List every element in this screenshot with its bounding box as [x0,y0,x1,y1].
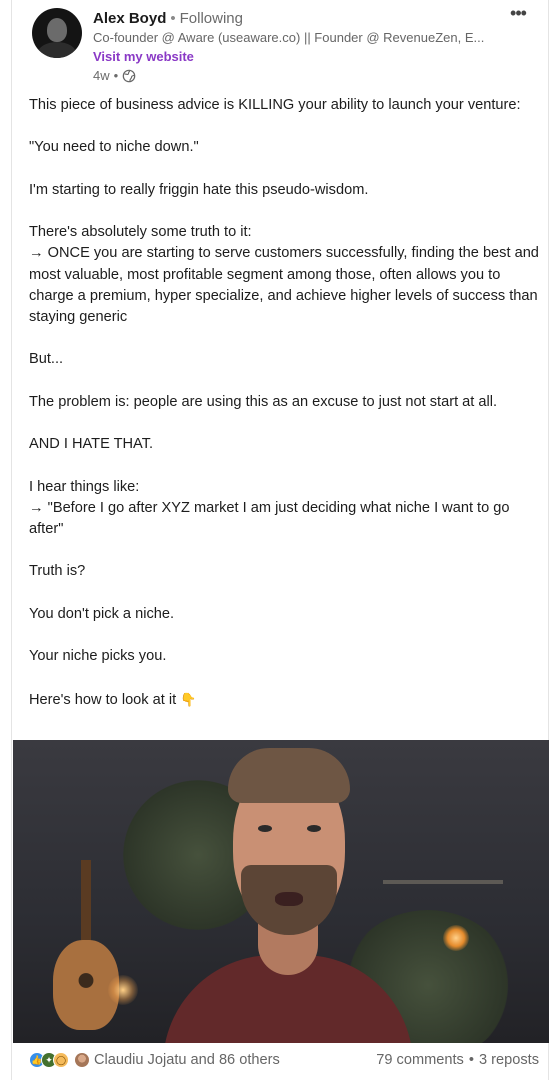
post-paragraph: You don't pick a niche. [29,605,175,622]
following-status[interactable]: Following [180,10,243,27]
pointing-down-emoji: 👇 [180,691,197,707]
post-paragraph: AND I HATE THAT. [29,436,154,453]
background-light [108,975,138,1005]
reposts-count-link[interactable]: 3 reposts [479,1052,539,1068]
post-video-thumbnail[interactable] [13,740,549,1043]
person-eye [258,825,272,832]
insightful-icon: ◯ [53,1052,69,1068]
more-options-button[interactable]: ••• [506,4,530,24]
closing-text: Here's how to look at it [29,691,177,708]
guitar-neck [81,860,91,950]
author-name[interactable]: Alex Boyd [93,10,166,27]
post-closing-line: Here's how to look at it 👇 [29,689,539,711]
post-paragraph: Your niche picks you. [29,648,167,665]
engagement-separator: • [468,1052,474,1068]
person-eye [307,825,321,832]
post-body: This piece of business advice is KILLING… [29,95,539,732]
background-shelf [383,880,503,884]
comments-count-link[interactable]: 79 comments [376,1052,464,1068]
author-separator: • [170,10,176,27]
person-mouth [275,892,303,906]
post-paragraph: There's absolutely some truth to it: → O… [29,224,539,325]
post-paragraph: "You need to niche down." [29,139,199,156]
post-meta: 4w • [93,67,136,84]
author-avatar[interactable] [32,8,82,58]
post-paragraph: This piece of business advice is KILLING… [29,97,521,113]
author-headline: Co-founder @ Aware (useaware.co) || Foun… [93,30,485,45]
post-paragraph: I'm starting to really friggin hate this… [29,181,369,198]
reactions-count-text: Claudiu Jojatu and 86 others [94,1052,280,1068]
engagement-counts: 79 comments • 3 reposts [376,1052,539,1068]
person-hair [228,748,350,803]
reactions-summary[interactable]: 👍 ✦ ◯ Claudiu Jojatu and 86 others [29,1052,280,1068]
reactor-avatar [75,1053,89,1067]
visit-website-link[interactable]: Visit my website [93,48,194,65]
avatar-shoulders [38,42,76,58]
background-lamp [443,925,469,951]
avatar-face [47,18,67,42]
social-counts-bar: 👍 ✦ ◯ Claudiu Jojatu and 86 others 79 co… [29,1050,539,1070]
globe-icon [122,69,136,82]
feed-post-card: Alex Boyd • Following Co-founder @ Aware (… [11,0,549,1080]
author-row: Alex Boyd • Following [93,9,243,28]
post-paragraph: The problem is: people are using this as… [29,393,498,410]
post-paragraph: Truth is? [29,563,86,580]
post-paragraph: I hear things like: → "Before I go after… [29,478,510,537]
meta-separator: • [113,68,119,83]
post-paragraph: But... [29,351,64,368]
post-time: 4w [93,68,110,83]
